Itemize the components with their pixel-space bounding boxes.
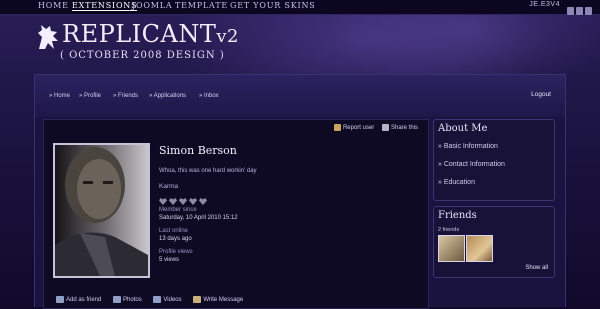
profile-top-actions: Report user Share this — [328, 124, 418, 131]
mail-icon[interactable] — [585, 7, 592, 15]
site-logo-title: REPLICANTv2 — [62, 20, 239, 48]
videos-button[interactable]: Videos — [153, 296, 182, 304]
subnav-profile[interactable]: » Profile — [79, 93, 101, 99]
photos-icon — [113, 296, 122, 303]
friend-count: 2 friends — [438, 227, 460, 233]
subnav-home[interactable]: » Home — [49, 93, 70, 99]
nav-home[interactable]: HOME — [38, 1, 69, 10]
contact-information-link[interactable]: » Contact Information — [438, 161, 505, 168]
about-me-title: About Me — [438, 123, 488, 134]
report-icon — [333, 124, 341, 131]
profile-status: Whoa, this was one hard workin' day — [159, 168, 257, 174]
subnav-friends[interactable]: » Friends — [113, 93, 138, 99]
logo-title-text: REPLICANT — [62, 20, 217, 48]
page-icon[interactable] — [567, 7, 574, 15]
add-friend-icon — [56, 296, 64, 303]
about-me-box: About Me » Basic Information » Contact I… — [433, 119, 555, 201]
videos-label: Videos — [163, 297, 182, 304]
last-online-value: 13 days ago — [159, 236, 192, 242]
karma-heart-icon — [159, 198, 167, 205]
karma-heart-icon — [199, 198, 207, 205]
profile-subnav: » Home » Profile » Friends » Application… — [35, 75, 565, 117]
friends-title: Friends — [438, 210, 477, 221]
avatar-photo — [55, 145, 148, 276]
profile-panel: Report user Share this Simon Berson Whoa… — [43, 119, 429, 309]
member-since-value: Saturday, 10 April 2010 15:12 — [159, 215, 238, 221]
share-this-link[interactable]: Share this — [391, 125, 418, 131]
top-icons — [565, 2, 592, 20]
show-all-friends-link[interactable]: Show all — [525, 265, 548, 271]
logout-link[interactable]: Logout — [531, 91, 551, 98]
member-since-label: Member since — [159, 207, 197, 213]
logo-version: v2 — [216, 26, 239, 47]
main-frame: » Home » Profile » Friends » Application… — [34, 74, 566, 309]
profile-name: Simon Berson — [159, 144, 237, 157]
heraldic-lion-icon — [38, 25, 58, 49]
photos-button[interactable]: Photos — [113, 296, 142, 303]
profile-avatar[interactable] — [53, 143, 150, 278]
report-user-link[interactable]: Report user — [343, 125, 374, 131]
top-nav: HOME EXTENSIONS JOOMLA TEMPLATE GET YOUR… — [0, 0, 600, 15]
profile-bottom-actions: Add as friend Photos Videos Write Messag… — [56, 296, 253, 303]
nav-joomla[interactable]: JOOMLA — [132, 1, 172, 10]
basic-information-link[interactable]: » Basic Information — [438, 143, 498, 150]
write-message-label: Write Message — [203, 297, 244, 304]
nav-extensions[interactable]: EXTENSIONS — [72, 1, 138, 11]
friend-thumbnail[interactable] — [466, 235, 493, 262]
education-link[interactable]: » Education — [438, 179, 475, 186]
nav-template[interactable]: TEMPLATE — [175, 1, 228, 10]
videos-icon — [153, 296, 162, 303]
write-message-button[interactable]: Write Message — [193, 296, 243, 303]
karma-label: Karma — [159, 183, 179, 190]
nav-get-your-skins[interactable]: GET YOUR SKINS — [230, 1, 316, 10]
print-icon[interactable] — [576, 7, 583, 15]
message-icon — [193, 296, 202, 303]
last-online-label: Last online — [159, 228, 189, 234]
subnav-applications[interactable]: » Applications — [149, 93, 186, 99]
share-icon — [381, 124, 389, 131]
subnav-inbox[interactable]: » Inbox — [199, 93, 219, 99]
profile-views-label: Profile views — [159, 249, 193, 255]
friend-thumbnail[interactable] — [438, 235, 465, 262]
add-friend-button[interactable]: Add as friend — [56, 296, 101, 303]
profile-views-value: 5 views — [159, 257, 180, 263]
top-right-text: JE.E3V4 — [529, 1, 560, 8]
friends-box: Friends 2 friends Show all — [433, 206, 555, 278]
karma-heart-icon — [169, 198, 177, 205]
photos-label: Photos — [123, 297, 142, 304]
logo-subtitle: ( OCTOBER 2008 DESIGN ) — [60, 50, 225, 61]
karma-heart-icon — [179, 198, 187, 205]
add-friend-label: Add as friend — [66, 297, 102, 304]
karma-heart-icon — [189, 198, 197, 205]
